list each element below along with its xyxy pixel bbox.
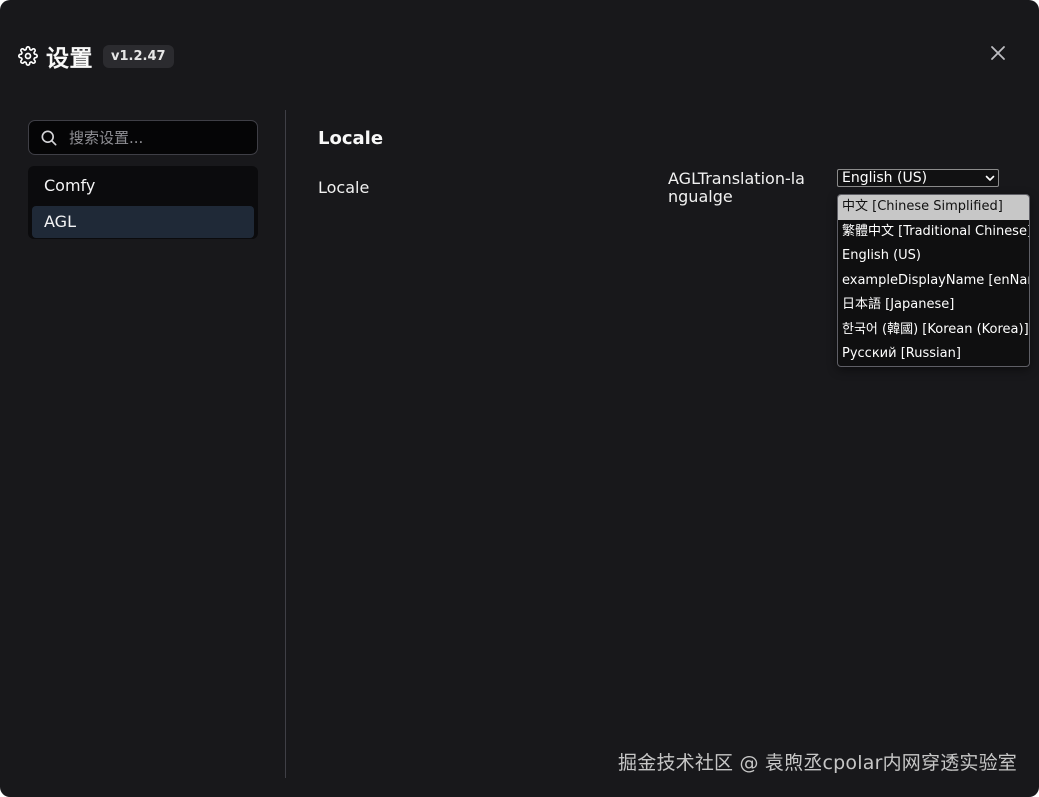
settings-content: Locale Locale AGLTranslation-langualge E… xyxy=(318,127,1038,206)
version-badge: v1.2.47 xyxy=(103,44,174,68)
dropdown-option[interactable]: 한국어 (韓國) [Korean (Korea)] xyxy=(838,318,1029,343)
sidebar-item-label: AGL xyxy=(44,212,76,231)
language-dropdown-list: 中文 [Chinese Simplified] 繁體中文 [Traditiona… xyxy=(837,194,1030,367)
dropdown-option[interactable]: 日本語 [Japanese] xyxy=(838,293,1029,318)
dropdown-option[interactable]: Русский [Russian] xyxy=(838,342,1029,366)
dropdown-option[interactable]: 繁體中文 [Traditional Chinese] xyxy=(838,220,1029,245)
sidebar-item-agl[interactable]: AGL xyxy=(32,206,254,238)
dropdown-option[interactable]: English (US) xyxy=(838,244,1029,269)
settings-sidebar: Comfy AGL xyxy=(28,120,258,239)
settings-dialog: 设置 v1.2.47 Comfy AGL xyxy=(0,0,1039,797)
search-box[interactable] xyxy=(28,120,258,155)
sidebar-item-comfy[interactable]: Comfy xyxy=(32,170,254,202)
selected-language: English (US) xyxy=(842,170,928,186)
section-title: Locale xyxy=(318,128,384,149)
sidebar-item-label: Comfy xyxy=(44,176,96,195)
dialog-title: 设置 xyxy=(46,46,93,72)
settings-nav: Comfy AGL xyxy=(28,166,258,239)
watermark-text: 掘金技术社区 @ 袁煦丞cpolar内网穿透实验室 xyxy=(618,752,1017,774)
dialog-header: 设置 v1.2.47 xyxy=(18,40,174,72)
panel-divider xyxy=(285,110,286,778)
search-icon xyxy=(39,128,59,148)
language-select[interactable]: English (US) xyxy=(837,169,999,187)
setting-name: AGLTranslation-langualge xyxy=(668,169,805,206)
close-button[interactable] xyxy=(988,43,1008,63)
dropdown-option[interactable]: exampleDisplayName [enName] xyxy=(838,269,1029,294)
chevron-down-icon xyxy=(984,172,996,184)
gear-icon xyxy=(18,46,38,66)
dropdown-option[interactable]: 中文 [Chinese Simplified] xyxy=(838,195,1029,220)
close-icon xyxy=(988,46,1008,67)
setting-label: Locale xyxy=(318,178,370,197)
search-input[interactable] xyxy=(67,127,241,148)
